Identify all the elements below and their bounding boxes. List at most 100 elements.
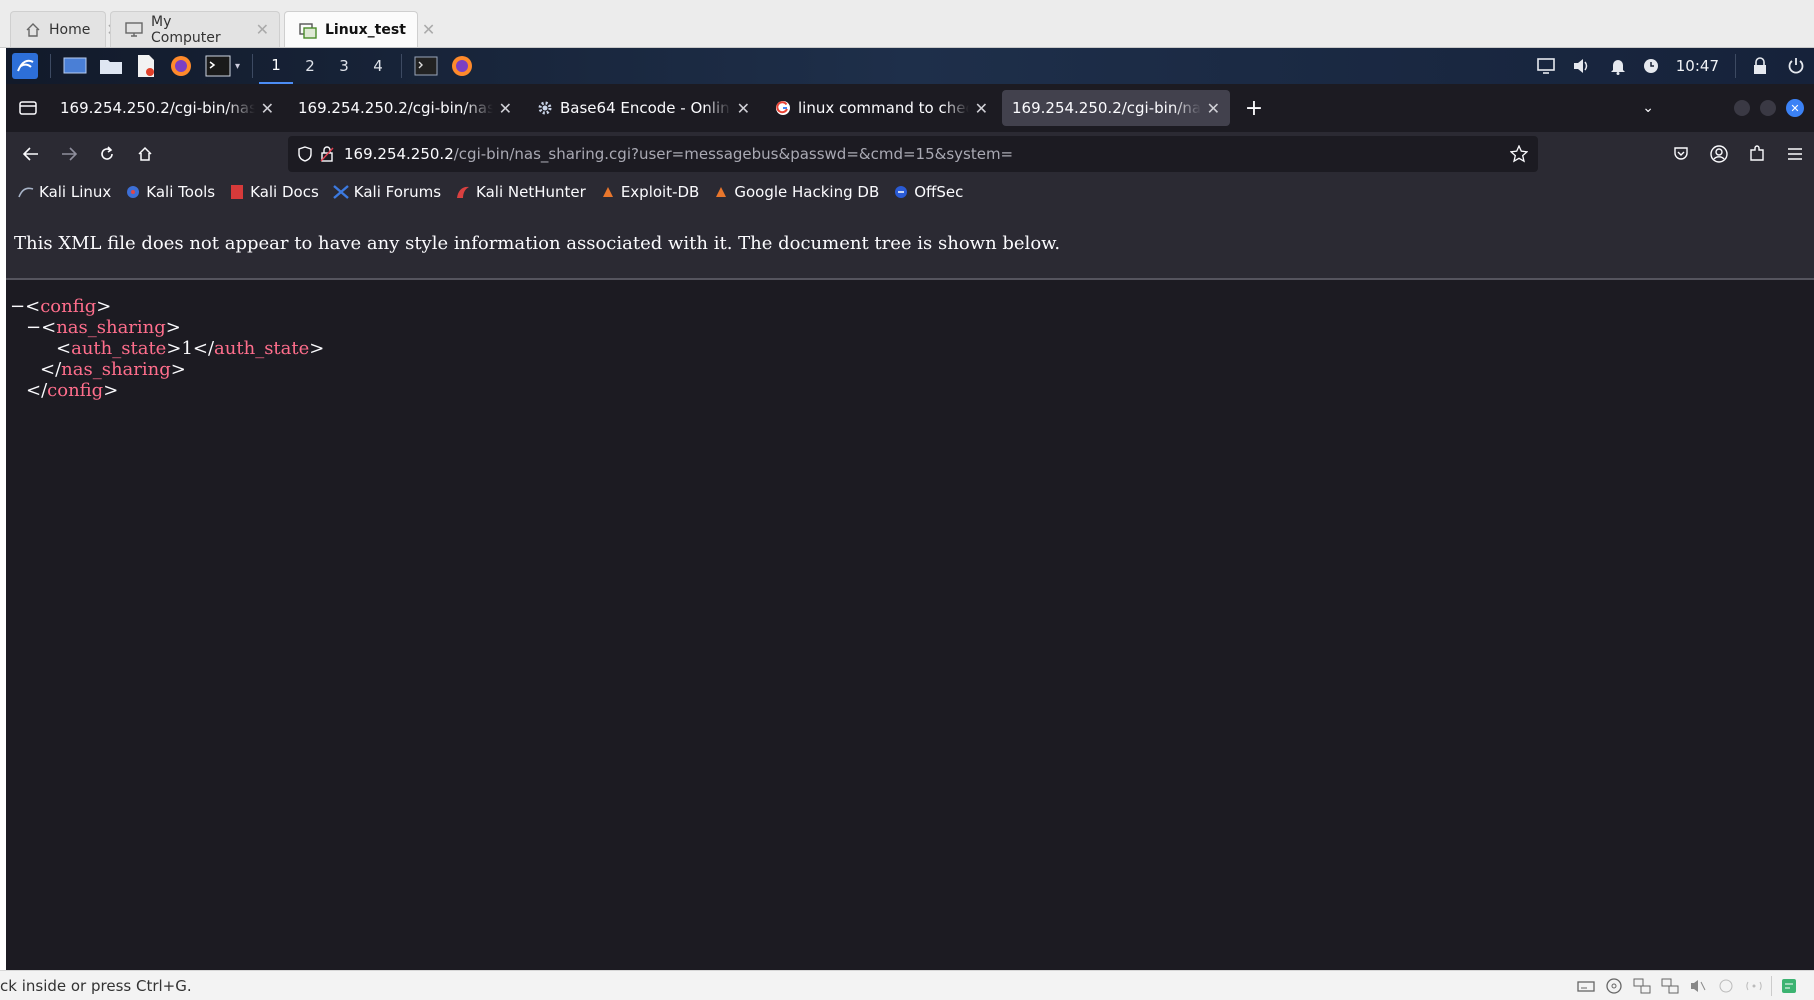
close-icon[interactable]: ✕ — [975, 99, 988, 118]
panel-clock[interactable]: 10:47 — [1666, 57, 1729, 75]
xml-line-nas-sharing-close: </nas_sharing> — [40, 359, 186, 380]
vm-tab-linux-test[interactable]: Linux_test ✕ — [284, 11, 435, 47]
vm-tab-my-computer[interactable]: My Computer ✕ — [110, 11, 280, 47]
kali-menu-icon[interactable] — [6, 48, 44, 84]
host-status-bar: ck inside or press Ctrl+G. — [0, 970, 1814, 1000]
pocket-icon[interactable] — [1662, 135, 1700, 173]
panel-separator — [1735, 54, 1736, 78]
bookmark-label: Kali NetHunter — [476, 183, 586, 201]
list-all-tabs-icon[interactable]: ⌄ — [1642, 100, 1654, 116]
close-icon[interactable]: ✕ — [1207, 99, 1220, 118]
show-desktop-icon[interactable] — [57, 48, 93, 84]
terminal-launcher-icon[interactable]: ▾ — [199, 48, 246, 84]
offsec-icon — [893, 184, 909, 200]
browser-tab-title: 169.254.250.2/cgi-bin/nas_sh — [298, 99, 493, 117]
browser-tab-strip: 169.254.250.2/cgi-bin/nas_sh ✕ 169.254.2… — [6, 84, 1814, 132]
xml-tag: config — [40, 296, 97, 317]
network-adapter-icon[interactable] — [1659, 975, 1681, 997]
bookmark-offsec[interactable]: OffSec — [893, 183, 963, 201]
bookmark-label: OffSec — [914, 183, 964, 201]
kali-forums-icon — [333, 184, 349, 200]
tracking-shield-icon[interactable] — [298, 146, 312, 162]
ghdb-icon — [713, 184, 729, 200]
panel-separator — [50, 54, 51, 78]
url-path: /cgi-bin/nas_sharing.cgi?user=messagebus… — [453, 145, 1014, 163]
close-icon[interactable]: ✕ — [406, 20, 435, 39]
collapse-toggle[interactable]: − — [26, 317, 41, 338]
hard-disk-icon[interactable] — [1575, 975, 1597, 997]
close-icon[interactable]: ✕ — [240, 20, 269, 39]
minimize-button[interactable] — [1734, 100, 1750, 116]
browser-tab-active[interactable]: 169.254.250.2/cgi-bin/nas_sh ✕ — [1002, 90, 1230, 126]
clock-icon — [1636, 48, 1666, 84]
sound-icon[interactable] — [1687, 975, 1709, 997]
lock-screen-icon[interactable] — [1742, 48, 1778, 84]
home-icon[interactable] — [126, 135, 164, 173]
new-tab-button[interactable]: + — [1234, 90, 1274, 126]
bookmark-kali-nethunter[interactable]: Kali NetHunter — [455, 183, 586, 201]
panel-separator — [252, 54, 254, 78]
bookmark-exploit-db[interactable]: Exploit-DB — [600, 183, 699, 201]
workspace-3[interactable]: 3 — [327, 48, 361, 84]
close-icon[interactable]: ✕ — [737, 99, 750, 118]
insecure-lock-icon[interactable] — [320, 146, 334, 162]
xml-line-nas-sharing-open: −<nas_sharing> — [26, 317, 181, 338]
volume-icon[interactable] — [1564, 48, 1600, 84]
browser-tab[interactable]: 169.254.250.2/cgi-bin/nas_sh ✕ — [50, 90, 284, 126]
device-tray — [1575, 975, 1814, 997]
browser-tab[interactable]: Base64 Encode - Online T ✕ — [526, 90, 760, 126]
bookmark-kali-linux[interactable]: Kali Linux — [18, 183, 111, 201]
usb-icon[interactable] — [1715, 975, 1737, 997]
wireless-icon[interactable] — [1743, 975, 1765, 997]
back-arrow-icon[interactable] — [12, 135, 50, 173]
collapse-toggle[interactable]: − — [10, 296, 25, 317]
workspace-1[interactable]: 1 — [259, 48, 294, 84]
firefox-view-icon[interactable] — [6, 90, 50, 126]
bookmark-kali-tools[interactable]: Kali Tools — [125, 183, 215, 201]
hamburger-menu-icon[interactable] — [1776, 135, 1814, 173]
bookmark-kali-forums[interactable]: Kali Forums — [333, 183, 441, 201]
display-icon[interactable] — [1528, 48, 1564, 84]
bookmark-google-hacking-db[interactable]: Google Hacking DB — [713, 183, 879, 201]
firefox-launcher-icon[interactable] — [163, 48, 199, 84]
browser-tab-title: 169.254.250.2/cgi-bin/nas_sh — [1012, 99, 1201, 117]
bookmarks-toolbar: Kali Linux Kali Tools Kali Docs Kali For… — [6, 176, 1814, 208]
bookmark-label: Kali Docs — [250, 183, 319, 201]
google-icon — [774, 99, 792, 117]
bookmark-star-icon[interactable] — [1510, 145, 1528, 163]
close-icon[interactable]: ✕ — [499, 99, 512, 118]
browser-tab[interactable]: linux command to check f ✕ — [764, 90, 998, 126]
firefox-window-button[interactable] — [444, 48, 480, 84]
chevron-down-icon[interactable]: ▾ — [235, 61, 240, 72]
close-icon[interactable]: ✕ — [261, 99, 274, 118]
notification-bell-icon[interactable] — [1600, 48, 1636, 84]
terminal-window-button[interactable] — [408, 48, 444, 84]
text-editor-icon[interactable] — [129, 48, 163, 84]
browser-tab-title: 169.254.250.2/cgi-bin/nas_sh — [60, 99, 255, 117]
browser-tab[interactable]: 169.254.250.2/cgi-bin/nas_sh ✕ — [288, 90, 522, 126]
xml-document-tree: −<config> −<nas_sharing> <auth_state>1</… — [10, 296, 324, 401]
workspace-4[interactable]: 4 — [361, 48, 395, 84]
forward-arrow-icon[interactable] — [50, 135, 88, 173]
vm-icon — [299, 21, 317, 39]
file-manager-icon[interactable] — [93, 48, 129, 84]
address-bar[interactable]: 169.254.250.2/cgi-bin/nas_sharing.cgi?us… — [288, 136, 1538, 172]
cd-rom-icon[interactable] — [1603, 975, 1625, 997]
bookmark-kali-docs[interactable]: Kali Docs — [229, 183, 319, 201]
workspace-2[interactable]: 2 — [293, 48, 327, 84]
maximize-button[interactable] — [1760, 100, 1776, 116]
xml-value: 1 — [181, 338, 193, 359]
network-adapter-icon[interactable] — [1631, 975, 1653, 997]
xml-tag: nas_sharing — [61, 359, 171, 380]
power-icon[interactable] — [1778, 48, 1814, 84]
extensions-icon[interactable] — [1738, 135, 1776, 173]
reload-icon[interactable] — [88, 135, 126, 173]
vm-tab-label: Home — [49, 21, 91, 38]
panel-separator — [401, 54, 403, 78]
browser-tab-title: linux command to check f — [798, 99, 969, 117]
message-log-icon[interactable] — [1778, 975, 1800, 997]
account-icon[interactable] — [1700, 135, 1738, 173]
xml-line-config-close: </config> — [26, 380, 119, 401]
vm-tab-home[interactable]: Home ✕ — [10, 11, 120, 47]
close-window-button[interactable]: ✕ — [1786, 99, 1804, 117]
